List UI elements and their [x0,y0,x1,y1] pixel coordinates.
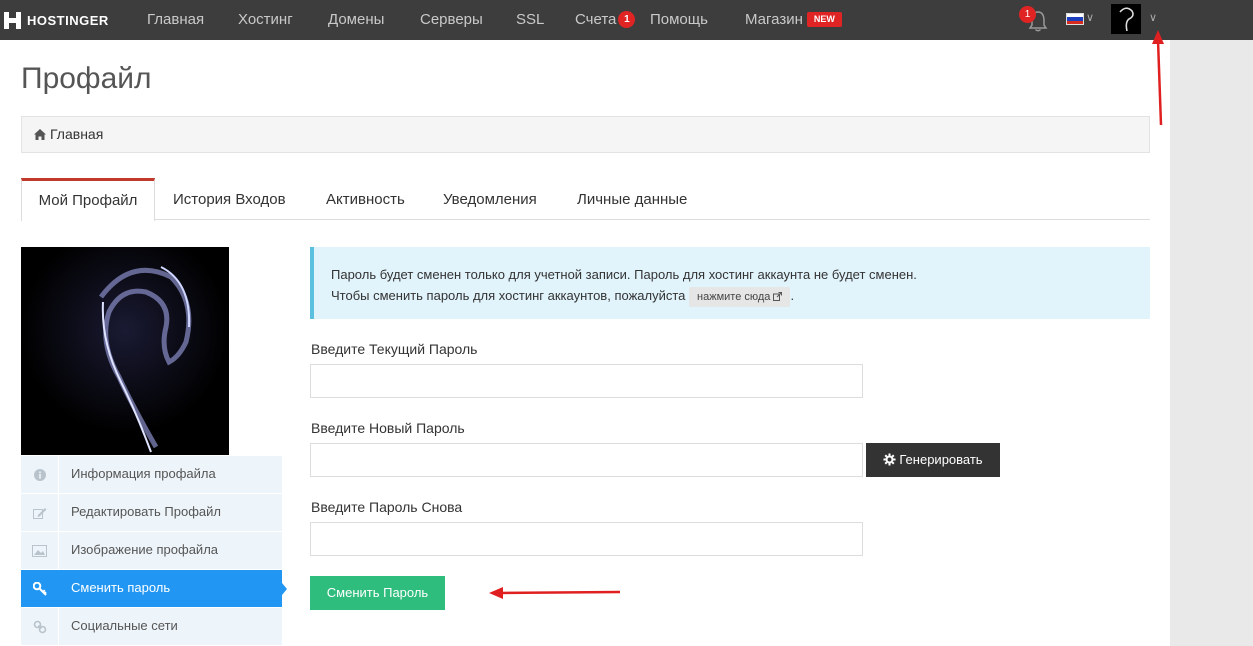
profile-side-menu: Информация профайла Редактировать Профай… [21,456,287,646]
gear-icon [883,453,896,466]
alert-line-2-text: Чтобы сменить пароль для хостинг аккаунт… [331,288,686,303]
nav-item-domains[interactable]: Домены [328,0,384,40]
repeat-password-label: Введите Пароль Снова [311,499,463,515]
arrow-to-change-password-button [489,587,621,599]
current-password-label: Введите Текущий Пароль [311,341,478,357]
nav-item-label: Магазин [745,11,803,28]
tab-label: История Входов [173,191,286,208]
right-gutter [1170,40,1253,646]
alert-line-1: Пароль будет сменен только для учетной з… [331,267,917,282]
side-item-label: Информация профайла [71,466,216,481]
side-item-label: Социальные сети [71,618,178,633]
nav-item-label: Счета [575,11,617,28]
click-here-label: нажмите сюда [697,291,771,303]
tab-label: Мой Профайл [38,192,138,209]
home-icon[interactable] [34,129,46,140]
tab-notifications[interactable]: Уведомления [443,178,537,220]
page-title: Профайл [21,62,152,95]
generate-password-button[interactable]: Генерировать [866,443,1000,477]
alert-period: . [790,288,795,303]
tab-login-history[interactable]: История Входов [173,178,286,220]
image-icon [21,532,59,569]
new-password-label: Введите Новый Пароль [311,420,465,436]
side-item-profile-image[interactable]: Изображение профайла [21,532,282,570]
hostinger-logo-icon [4,11,21,29]
edit-icon [21,494,59,531]
nav-item-label: Домены [328,11,385,28]
nav-item-help[interactable]: Помощь [650,0,708,40]
info-alert: Пароль будет сменен только для учетной з… [310,247,1150,319]
side-item-profile-info[interactable]: Информация профайла [21,456,282,494]
new-password-input[interactable] [310,443,863,477]
nav-item-label: Хостинг [238,11,293,28]
tab-label: Уведомления [443,191,537,208]
language-chevron-down-icon[interactable]: ∨ [1086,11,1094,24]
external-link-icon [773,292,783,301]
invoices-count-badge: 1 [618,11,636,28]
tab-label: Личные данные [577,191,688,208]
side-item-change-password[interactable]: Сменить пароль [21,570,287,608]
side-item-edit-profile[interactable]: Редактировать Профайл [21,494,282,532]
info-icon [21,456,59,493]
nav-item-store[interactable]: Магазин NEW [745,0,842,40]
side-item-label: Редактировать Профайл [71,504,221,519]
user-avatar[interactable] [1111,4,1141,34]
hostinger-logo[interactable]: HOSTINGER [4,0,109,40]
nav-item-home[interactable]: Главная [147,0,204,40]
key-icon [21,570,59,607]
nav-item-ssl[interactable]: SSL [516,0,544,40]
profile-picture [21,247,229,455]
tab-activity[interactable]: Активность [326,178,405,220]
side-item-social[interactable]: Социальные сети [21,608,282,646]
tab-personal-data[interactable]: Личные данные [577,178,687,220]
nav-item-invoices[interactable]: Счета 1 [575,0,636,40]
russian-flag-icon[interactable] [1066,13,1084,25]
arrow-to-user-menu [1152,30,1164,126]
notification-count-badge: 1 [1019,6,1036,23]
link-icon [21,608,59,645]
profile-tabs: Мой Профайл История Входов Активность Ув… [21,178,1150,221]
breadcrumb-home-link[interactable]: Главная [50,126,103,142]
nav-item-label: Помощь [650,11,708,28]
repeat-password-input[interactable] [310,522,863,556]
tab-my-profile[interactable]: Мой Профайл [21,178,155,221]
side-item-label: Изображение профайла [71,542,219,557]
current-password-input[interactable] [310,364,863,398]
user-menu-chevron-down-icon[interactable]: ∨ [1149,11,1157,24]
side-item-label: Сменить пароль [71,580,171,595]
alert-line-2: Чтобы сменить пароль для хостинг аккаунт… [331,285,1150,307]
change-password-button[interactable]: Сменить Пароль [310,576,445,610]
new-badge: NEW [806,12,842,27]
click-here-button[interactable]: нажмите сюда [689,287,791,307]
nav-item-hosting[interactable]: Хостинг [238,0,293,40]
breadcrumb: Главная [21,116,1150,153]
nav-item-label: Серверы [420,11,483,28]
nav-item-servers[interactable]: Серверы [420,0,483,40]
generate-button-label: Генерировать [899,452,983,467]
nav-item-label: SSL [516,11,545,28]
brand-name: HOSTINGER [27,12,109,28]
top-navbar: HOSTINGER Главная Хостинг Домены Серверы… [0,0,1253,40]
tab-label: Активность [326,191,405,208]
nav-item-label: Главная [147,11,205,28]
